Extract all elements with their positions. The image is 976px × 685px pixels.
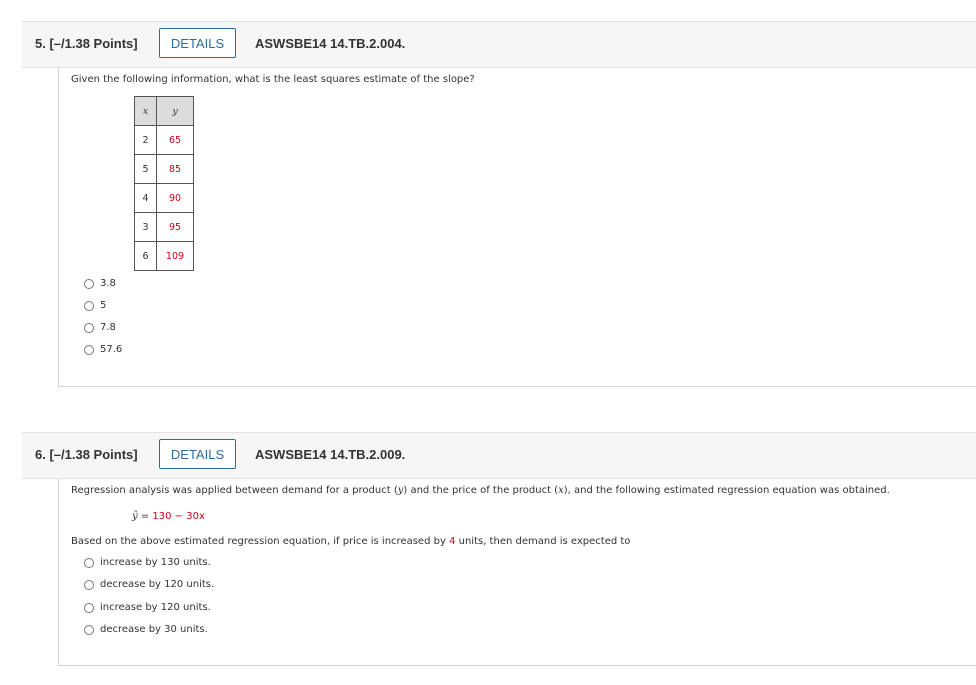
question-5-option[interactable]: 7.8: [84, 322, 116, 333]
question-5-option[interactable]: 3.8: [84, 278, 116, 289]
regression-equation: ŷ = 130 − 30x: [132, 511, 205, 522]
question-6-body: Regression analysis was applied between …: [58, 479, 976, 666]
table-row: 3 95: [134, 212, 194, 242]
option-label: 57.6: [100, 344, 123, 355]
option-label: 3.8: [100, 278, 116, 289]
table-row: 2 65: [134, 125, 194, 155]
question-text: Based on the above estimated regression …: [71, 536, 450, 547]
table-cell-x: 4: [134, 183, 157, 213]
table-cell-y: 85: [156, 154, 194, 184]
table-header-row: x y: [134, 96, 194, 126]
prompt-text: Regression analysis was applied between …: [71, 485, 398, 496]
question-5-details-button[interactable]: DETAILS: [159, 28, 236, 58]
option-label: increase by 120 units.: [100, 602, 211, 613]
table-cell-x: 5: [134, 154, 157, 184]
equation-rhs: 130 − 30x: [152, 511, 205, 522]
question-6-header: 6. [–/1.38 Points] DETAILS ASWSBE14 14.T…: [22, 432, 976, 479]
question-5-points: 5. [–/1.38 Points]: [35, 36, 138, 51]
question-6-option[interactable]: decrease by 30 units.: [84, 624, 208, 635]
option-label: 5: [100, 300, 107, 311]
table-cell-y: 109: [156, 241, 194, 271]
radio-button[interactable]: [84, 602, 94, 613]
question-6-option[interactable]: increase by 130 units.: [84, 557, 211, 568]
radio-button[interactable]: [84, 278, 94, 289]
question-5-header: 5. [–/1.38 Points] DETAILS ASWSBE14 14.T…: [22, 21, 976, 68]
question-6-question: Based on the above estimated regression …: [71, 536, 630, 547]
question-6-code: ASWSBE14 14.TB.2.009.: [255, 447, 406, 462]
radio-button[interactable]: [84, 344, 94, 355]
question-5-prompt: Given the following information, what is…: [71, 74, 475, 85]
table-cell-y: 65: [156, 125, 194, 155]
table-row: 4 90: [134, 183, 194, 213]
question-5-option[interactable]: 57.6: [84, 344, 122, 355]
prompt-text: ), and the following estimated regressio…: [563, 485, 890, 496]
radio-button[interactable]: [84, 624, 94, 635]
question-6-option[interactable]: increase by 120 units.: [84, 602, 211, 613]
table-cell-x: 2: [134, 125, 157, 155]
data-table: x y 2 65 5 85 4 90 3 95 6 109: [134, 96, 194, 271]
question-5-option[interactable]: 5: [84, 300, 106, 311]
radio-button[interactable]: [84, 579, 94, 590]
table-row: 5 85: [134, 154, 194, 184]
option-label: decrease by 120 units.: [100, 579, 215, 590]
question-6-prompt: Regression analysis was applied between …: [71, 485, 890, 496]
table-cell-y: 90: [156, 183, 194, 213]
table-header-y: y: [156, 96, 194, 126]
question-6-option[interactable]: decrease by 120 units.: [84, 579, 214, 590]
question-5-code: ASWSBE14 14.TB.2.004.: [255, 36, 406, 51]
prompt-text: ) and the price of the product (: [403, 485, 559, 496]
table-cell-y: 95: [156, 212, 194, 242]
question-text: units, then demand is expected to: [455, 536, 631, 547]
question-6-details-button[interactable]: DETAILS: [159, 439, 236, 469]
radio-button[interactable]: [84, 557, 94, 568]
table-cell-x: 3: [134, 212, 157, 242]
option-label: decrease by 30 units.: [100, 624, 208, 635]
table-header-x: x: [134, 96, 157, 126]
radio-button[interactable]: [84, 300, 94, 311]
radio-button[interactable]: [84, 322, 94, 333]
option-label: increase by 130 units.: [100, 557, 211, 568]
table-row: 6 109: [134, 241, 194, 271]
table-cell-x: 6: [134, 241, 157, 271]
equation-equals: =: [137, 511, 153, 522]
option-label: 7.8: [100, 322, 116, 333]
question-5-body: Given the following information, what is…: [58, 68, 976, 387]
question-6-points: 6. [–/1.38 Points]: [35, 447, 138, 462]
